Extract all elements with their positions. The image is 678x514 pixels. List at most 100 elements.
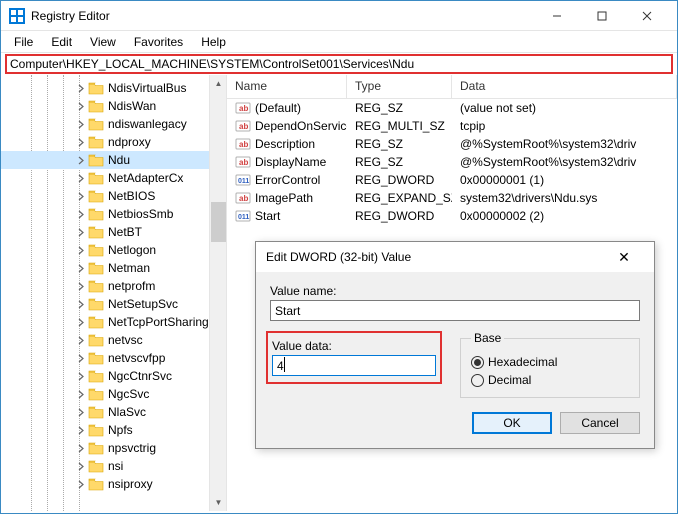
tree-item[interactable]: Netman — [1, 259, 226, 277]
chevron-right-icon[interactable] — [77, 408, 86, 417]
tree-item[interactable]: NetBIOS — [1, 187, 226, 205]
tree-pane: NdisVirtualBusNdisWanndiswanlegacyndprox… — [1, 75, 227, 511]
tree-item[interactable]: ndiswanlegacy — [1, 115, 226, 133]
folder-icon — [88, 333, 104, 347]
value-data: (value not set) — [452, 101, 677, 115]
folder-icon — [88, 369, 104, 383]
menu-favorites[interactable]: Favorites — [125, 33, 192, 51]
tree-item[interactable]: Npfs — [1, 421, 226, 439]
list-row[interactable]: 011StartREG_DWORD0x00000002 (2) — [227, 207, 677, 225]
value-data: 0x00000001 (1) — [452, 173, 677, 187]
menu-file[interactable]: File — [5, 33, 42, 51]
folder-icon — [88, 423, 104, 437]
chevron-right-icon[interactable] — [77, 228, 86, 237]
chevron-right-icon[interactable] — [77, 300, 86, 309]
menubar: File Edit View Favorites Help — [1, 31, 677, 53]
ok-button[interactable]: OK — [472, 412, 552, 434]
tree-item[interactable]: netvscvfpp — [1, 349, 226, 367]
tree-item[interactable]: netprofm — [1, 277, 226, 295]
chevron-right-icon[interactable] — [77, 84, 86, 93]
tree-item[interactable]: netvsc — [1, 331, 226, 349]
list-row[interactable]: ab(Default)REG_SZ(value not set) — [227, 99, 677, 117]
tree-item[interactable]: NetSetupSvc — [1, 295, 226, 313]
value-data: tcpip — [452, 119, 677, 133]
chevron-right-icon[interactable] — [77, 138, 86, 147]
tree-item-label: netvsc — [108, 333, 143, 347]
base-legend: Base — [471, 331, 504, 345]
tree-item[interactable]: NetbiosSmb — [1, 205, 226, 223]
tree-item-label: nsiproxy — [108, 477, 153, 491]
minimize-button[interactable] — [534, 2, 579, 30]
svg-text:ab: ab — [239, 158, 248, 167]
chevron-right-icon[interactable] — [77, 210, 86, 219]
string-value-icon: ab — [235, 155, 251, 169]
chevron-right-icon[interactable] — [77, 192, 86, 201]
chevron-right-icon[interactable] — [77, 246, 86, 255]
chevron-right-icon[interactable] — [77, 444, 86, 453]
radio-hexadecimal[interactable]: Hexadecimal — [471, 355, 629, 369]
tree-item[interactable]: NetBT — [1, 223, 226, 241]
chevron-right-icon[interactable] — [77, 372, 86, 381]
tree-item[interactable]: Ndu — [1, 151, 226, 169]
tree-item-label: NetSetupSvc — [108, 297, 178, 311]
tree-item[interactable]: NetTcpPortSharing — [1, 313, 226, 331]
maximize-button[interactable] — [579, 2, 624, 30]
list-row[interactable]: 011ErrorControlREG_DWORD0x00000001 (1) — [227, 171, 677, 189]
folder-icon — [88, 315, 104, 329]
menu-edit[interactable]: Edit — [42, 33, 81, 51]
scroll-thumb[interactable] — [211, 202, 226, 242]
value-data-label: Value data: — [272, 339, 436, 353]
tree-item[interactable]: NlaSvc — [1, 403, 226, 421]
tree-item[interactable]: NgcCtnrSvc — [1, 367, 226, 385]
tree-item[interactable]: Netlogon — [1, 241, 226, 259]
chevron-right-icon[interactable] — [77, 102, 86, 111]
tree-item-label: NetbiosSmb — [108, 207, 173, 221]
value-data-input[interactable] — [272, 355, 436, 376]
list-row[interactable]: abImagePathREG_EXPAND_SZsystem32\drivers… — [227, 189, 677, 207]
scroll-up-icon[interactable]: ▲ — [210, 75, 227, 92]
value-type: REG_SZ — [347, 137, 452, 151]
chevron-right-icon[interactable] — [77, 120, 86, 129]
list-row[interactable]: abDependOnServiceREG_MULTI_SZtcpip — [227, 117, 677, 135]
folder-icon — [88, 441, 104, 455]
column-name[interactable]: Name — [227, 75, 347, 98]
dialog-close-button[interactable]: ✕ — [604, 249, 644, 266]
chevron-right-icon[interactable] — [77, 282, 86, 291]
menu-help[interactable]: Help — [192, 33, 235, 51]
folder-icon — [88, 279, 104, 293]
tree-item[interactable]: nsi — [1, 457, 226, 475]
chevron-right-icon[interactable] — [77, 354, 86, 363]
column-data[interactable]: Data — [452, 75, 677, 98]
scroll-down-icon[interactable]: ▼ — [210, 494, 227, 511]
radio-decimal[interactable]: Decimal — [471, 373, 629, 387]
address-input[interactable]: Computer\HKEY_LOCAL_MACHINE\SYSTEM\Contr… — [5, 54, 673, 74]
chevron-right-icon[interactable] — [77, 426, 86, 435]
tree-item[interactable]: ndproxy — [1, 133, 226, 151]
chevron-right-icon[interactable] — [77, 264, 86, 273]
string-value-icon: ab — [235, 137, 251, 151]
tree-item[interactable]: npsvctrig — [1, 439, 226, 457]
list-row[interactable]: abDescriptionREG_SZ@%SystemRoot%\system3… — [227, 135, 677, 153]
menu-view[interactable]: View — [81, 33, 125, 51]
cancel-button[interactable]: Cancel — [560, 412, 640, 434]
list-header: Name Type Data — [227, 75, 677, 99]
tree-item[interactable]: nsiproxy — [1, 475, 226, 493]
chevron-right-icon[interactable] — [77, 462, 86, 471]
chevron-right-icon[interactable] — [77, 390, 86, 399]
close-button[interactable] — [624, 2, 669, 30]
tree-item[interactable]: NdisVirtualBus — [1, 79, 226, 97]
tree-item[interactable]: NgcSvc — [1, 385, 226, 403]
chevron-right-icon[interactable] — [77, 480, 86, 489]
tree-item-label: npsvctrig — [108, 441, 156, 455]
column-type[interactable]: Type — [347, 75, 452, 98]
string-value-icon: ab — [235, 119, 251, 133]
tree-item[interactable]: NetAdapterCx — [1, 169, 226, 187]
chevron-right-icon[interactable] — [77, 156, 86, 165]
list-row[interactable]: abDisplayNameREG_SZ@%SystemRoot%\system3… — [227, 153, 677, 171]
tree-scrollbar[interactable]: ▲ ▼ — [209, 75, 226, 511]
chevron-right-icon[interactable] — [77, 318, 86, 327]
chevron-right-icon[interactable] — [77, 174, 86, 183]
tree-item[interactable]: NdisWan — [1, 97, 226, 115]
value-name-input[interactable] — [270, 300, 640, 321]
chevron-right-icon[interactable] — [77, 336, 86, 345]
